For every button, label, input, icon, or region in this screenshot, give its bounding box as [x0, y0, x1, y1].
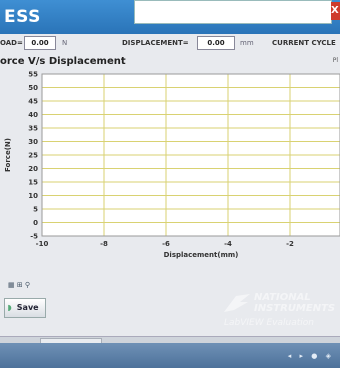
save-button-label: Save	[16, 303, 39, 312]
logo-line-2: INSTRUMENTS	[254, 303, 336, 314]
x-tick-label: -6	[162, 240, 170, 248]
cycle-label: CURRENT CYCLE	[272, 39, 336, 47]
load-label: OAD=	[0, 39, 23, 47]
x-tick-label: -2	[286, 240, 294, 248]
x-tick-label: -8	[100, 240, 108, 248]
y-tick-label: 35	[28, 125, 38, 133]
displacement-label: DISPLACEMENT=	[122, 39, 189, 47]
displacement-value-field: 0.00	[197, 36, 235, 50]
window-title: ESS	[4, 7, 41, 27]
displacement-unit: mm	[240, 39, 254, 47]
y-tick-label: 50	[28, 84, 38, 92]
y-tick-label: 30	[28, 138, 38, 146]
load-unit: N	[62, 39, 68, 47]
readout-bar: OAD= 0.00 N DISPLACEMENT= 0.00 mm CURREN…	[0, 34, 340, 52]
y-tick-label: 40	[28, 111, 38, 119]
y-tick-label: 45	[28, 98, 38, 106]
y-tick-label: 15	[28, 179, 38, 187]
save-button[interactable]: ◗ Save	[4, 298, 46, 318]
load-value-field: 0.00	[24, 36, 56, 50]
y-tick-label: 25	[28, 152, 38, 160]
title-field[interactable]	[134, 0, 332, 24]
system-tray[interactable]: ◂ ▸ ● ◈	[288, 352, 334, 360]
force-displacement-chart[interactable]: -50510152025303540455055-10-8-6-4-20Disp…	[0, 66, 340, 272]
y-tick-label: 55	[28, 71, 38, 79]
save-icon: ◗	[7, 303, 12, 312]
taskbar: ◂ ▸ ● ◈	[0, 343, 340, 368]
close-button[interactable]: X	[331, 2, 340, 20]
ni-eagle-icon	[224, 294, 250, 312]
title-bar: ESS X	[0, 0, 340, 34]
y-axis-label: Force(N)	[4, 138, 12, 172]
x-tick-label: -4	[224, 240, 232, 248]
x-axis-label: Displacement(mm)	[164, 251, 239, 259]
y-tick-label: 20	[28, 165, 38, 173]
logo-line-1: NATIONAL	[254, 292, 311, 303]
logo-line-3: LabVIEW Evaluation	[224, 318, 314, 328]
y-tick-label: 10	[28, 192, 38, 200]
plot-legend-label: Pl	[332, 57, 338, 64]
graph-tools-palette[interactable]: ▦ ⊞ ⚲	[8, 281, 30, 289]
y-tick-label: 0	[33, 219, 38, 227]
national-instruments-logo: NATIONAL INSTRUMENTS LabVIEW Evaluation	[214, 290, 340, 330]
x-tick-label: -10	[36, 240, 49, 248]
y-tick-label: 5	[33, 206, 38, 214]
